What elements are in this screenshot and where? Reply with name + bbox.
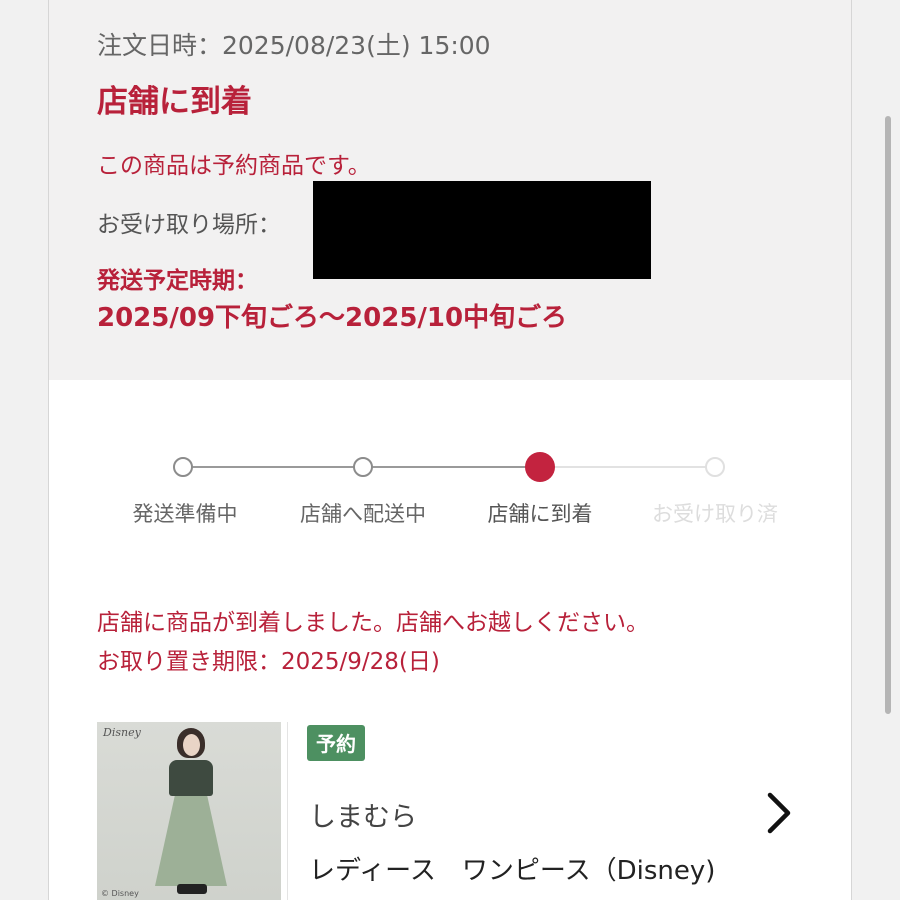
- order-status-title: 店舗に到着: [97, 84, 252, 120]
- pickup-deadline: お取り置き期限：2025/9/28(日): [97, 649, 440, 675]
- step-dot-icon: [705, 457, 725, 477]
- product-name: レディース ワンピース（Disney): [309, 856, 716, 886]
- thumbnail-dress-top: [169, 760, 213, 796]
- redacted-pickup-location: [313, 181, 651, 279]
- arrival-message: 店舗に商品が到着しました。店舗へお越しください。: [97, 610, 649, 636]
- shipping-schedule-label: 発送予定時期：: [97, 268, 258, 294]
- order-progress-stepper: 発送準備中 店舗へ配送中 店舗に到着 お受け取り済: [49, 440, 851, 540]
- thumbnail-copyright: © Disney: [101, 889, 139, 898]
- step-label-preparing: 発送準備中: [132, 502, 238, 526]
- order-detail-card: 注文日時：2025/08/23(土) 15:00 店舗に到着 この商品は予約商品…: [48, 0, 852, 900]
- step-dot-icon: [173, 457, 193, 477]
- step-label-picked-up: お受け取り済: [652, 502, 778, 526]
- divider: [287, 722, 288, 900]
- order-summary: 注文日時：2025/08/23(土) 15:00 店舗に到着 この商品は予約商品…: [49, 0, 851, 380]
- product-brand: しまむら: [309, 802, 417, 833]
- order-date: 注文日時：2025/08/23(土) 15:00: [97, 31, 491, 60]
- step-label-arrived: 店舗に到着: [487, 502, 593, 526]
- product-list-item[interactable]: Disney © Disney 予約 しまむら レディース ワンピース（Disn…: [97, 722, 807, 900]
- thumbnail-model-face: [183, 734, 200, 756]
- thumbnail-dress-skirt: [155, 794, 227, 886]
- progress-line-remaining: [540, 466, 715, 468]
- chevron-right-icon[interactable]: [762, 791, 796, 835]
- step-dot-icon: [353, 457, 373, 477]
- thumbnail-model-shoes: [177, 884, 207, 894]
- pickup-location-label: お受け取り場所：: [97, 212, 281, 238]
- scrollbar[interactable]: [885, 116, 891, 714]
- product-thumbnail: Disney © Disney: [97, 722, 281, 900]
- shipping-schedule-period: 2025/09下旬ごろ〜2025/10中旬ごろ: [97, 303, 568, 333]
- thumbnail-brand-logo: Disney: [103, 726, 141, 739]
- reservation-badge: 予約: [307, 725, 365, 761]
- reservation-note: この商品は予約商品です。: [97, 153, 371, 179]
- step-dot-current-icon: [525, 452, 555, 482]
- step-label-delivering: 店舗へ配送中: [300, 502, 426, 526]
